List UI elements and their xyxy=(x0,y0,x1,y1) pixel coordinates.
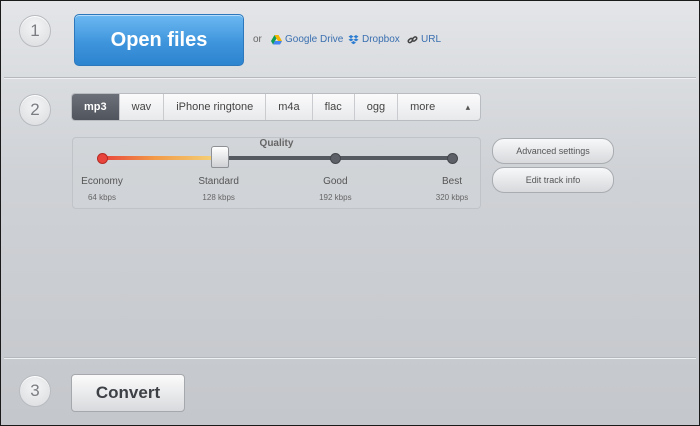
quality-bitrate-label: 128 kbps xyxy=(202,193,235,202)
quality-bitrate-label: 192 kbps xyxy=(319,193,352,202)
google-drive-label: Google Drive xyxy=(285,34,344,45)
tab-ogg[interactable]: ogg xyxy=(355,94,399,120)
quality-slider-fill xyxy=(102,156,219,160)
url-link[interactable]: URL xyxy=(407,34,441,45)
or-text: or xyxy=(253,34,262,45)
step-divider xyxy=(4,357,696,358)
quality-bitrate-label: 64 kbps xyxy=(87,193,117,202)
tab-iphone-ringtone[interactable]: iPhone ringtone xyxy=(164,94,267,120)
step-3-badge: 3 xyxy=(19,375,51,407)
tab-flac[interactable]: flac xyxy=(313,94,355,120)
dropbox-icon xyxy=(348,34,359,44)
url-label: URL xyxy=(421,34,442,45)
edit-track-info-button[interactable]: Edit track info xyxy=(492,167,614,193)
step-1-badge: 1 xyxy=(19,15,51,47)
audio-converter-window: 1 Open files or Google Drive Dropbox URL xyxy=(0,0,700,426)
tab-wav[interactable]: wav xyxy=(120,94,165,120)
quality-stop[interactable] xyxy=(447,153,458,164)
quality-panel: Quality Economy 64 kbps Standard 128 kbps Go… xyxy=(72,137,481,209)
convert-button[interactable]: Convert xyxy=(71,374,185,412)
format-tabs: mp3 wav iPhone ringtone m4a flac ogg mor… xyxy=(71,93,482,121)
more-formats-dropdown[interactable]: more ▴ xyxy=(398,94,480,120)
quality-level-label: Standard xyxy=(198,176,239,187)
dropbox-label: Dropbox xyxy=(362,34,400,45)
open-files-button[interactable]: Open files xyxy=(74,14,244,66)
advanced-settings-button[interactable]: Advanced settings xyxy=(492,138,614,164)
tab-mp3[interactable]: mp3 xyxy=(72,94,120,120)
quality-stop[interactable] xyxy=(330,153,342,164)
dropbox-link[interactable]: Dropbox xyxy=(348,34,400,45)
quality-level-label: Economy xyxy=(81,176,123,187)
quality-title: Quality xyxy=(259,138,294,149)
quality-level-label: Good xyxy=(323,176,348,187)
step-divider xyxy=(4,77,696,78)
updown-arrow-icon: ▴ xyxy=(465,102,471,112)
quality-level-label: Best xyxy=(441,176,462,187)
quality-stop[interactable] xyxy=(97,153,108,164)
google-drive-icon xyxy=(271,34,282,44)
tab-m4a[interactable]: m4a xyxy=(266,94,313,120)
quality-bitrate-label: 320 kbps xyxy=(435,193,469,202)
step-2-badge: 2 xyxy=(19,94,51,126)
more-label: more xyxy=(410,101,436,113)
link-icon xyxy=(407,35,418,43)
quality-slider-thumb[interactable] xyxy=(210,146,229,168)
google-drive-link[interactable]: Google Drive xyxy=(271,34,343,45)
quality-slider[interactable] xyxy=(97,146,458,168)
